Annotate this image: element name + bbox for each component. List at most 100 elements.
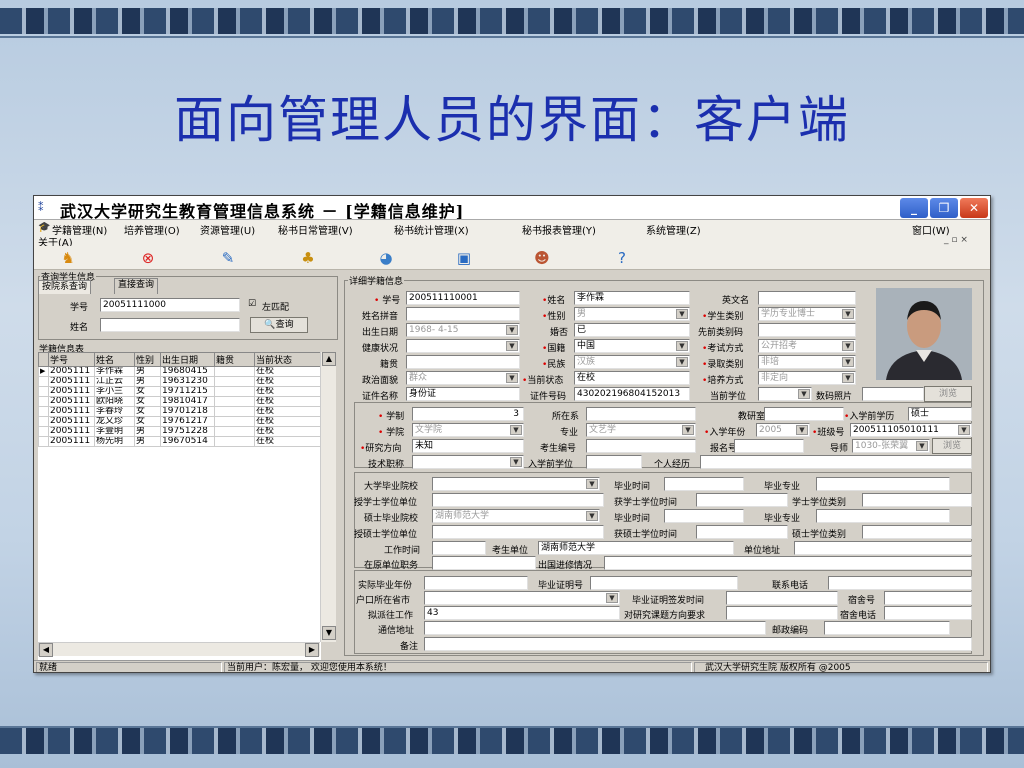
col-header[interactable]: 性别: [134, 352, 161, 367]
scroll-up-icon[interactable]: ▲: [322, 352, 336, 366]
phone-field[interactable]: [828, 576, 972, 590]
dorm-field[interactable]: [884, 591, 972, 605]
menu-item-ziyuan[interactable]: 资源管理(U): [200, 222, 255, 237]
ms-time-field[interactable]: [664, 509, 744, 523]
tutor-browse-button[interactable]: 浏览: [932, 438, 972, 454]
minimize-button[interactable]: _: [900, 198, 928, 218]
ba-time-field[interactable]: [696, 493, 788, 507]
ug-major-field[interactable]: [816, 477, 950, 491]
photo-path-field[interactable]: [862, 387, 924, 401]
table-row[interactable]: 2005111 李壹明男 19751228 在校: [38, 426, 321, 437]
table-row[interactable]: 2005111 龙又珍女 19761217 在校: [38, 416, 321, 427]
jys-field[interactable]: [764, 407, 844, 421]
birth-select[interactable]: 1968- 4-15 ▼: [406, 323, 520, 337]
marriage-field[interactable]: 已: [574, 323, 690, 337]
train-select[interactable]: 非定向 ▼: [758, 371, 856, 385]
dormphone-field[interactable]: [884, 606, 972, 620]
plan-field[interactable]: 43: [424, 606, 620, 620]
scroll-right-icon[interactable]: ▶: [305, 643, 319, 657]
maximize-button[interactable]: ❐: [930, 198, 958, 218]
req-field[interactable]: [726, 606, 838, 620]
cert-field[interactable]: [590, 576, 738, 590]
zip-field[interactable]: [824, 621, 950, 635]
table-row[interactable]: 2005111 李春玲女 19701218 在校: [38, 406, 321, 417]
scroll-left-icon[interactable]: ◀: [39, 643, 53, 657]
degree-select[interactable]: ▼: [758, 387, 812, 401]
title-select[interactable]: ▼: [412, 455, 524, 469]
ms-unit-field[interactable]: [432, 525, 604, 539]
ms-type-field[interactable]: [862, 525, 972, 539]
photo-browse-button[interactable]: 浏览: [924, 386, 972, 402]
worktime-field[interactable]: [432, 541, 486, 555]
english-field[interactable]: [758, 291, 856, 305]
search-button[interactable]: 🔍查询: [250, 317, 308, 333]
idname-field[interactable]: 身份证: [406, 387, 520, 401]
ms-school-select[interactable]: 湖南师范大学 ▼: [432, 509, 600, 523]
status-field[interactable]: 在校: [574, 371, 690, 385]
table-row[interactable]: 2005111 杨先明男 19670514 在校: [38, 436, 321, 447]
examunit-field[interactable]: 湖南师范大学: [538, 541, 734, 555]
regno-field[interactable]: [734, 439, 804, 453]
xuezhi-field[interactable]: 3: [412, 407, 524, 421]
table-hscroll[interactable]: ◀ ▶: [38, 642, 320, 657]
idnum-field[interactable]: 430202196804152013: [574, 387, 690, 401]
hukou-select[interactable]: ▼: [424, 591, 620, 605]
stutype-select[interactable]: 学历专业博士 ▼: [758, 307, 856, 321]
col-header[interactable]: 出生日期: [160, 352, 215, 367]
exam-select[interactable]: 公开招考 ▼: [758, 339, 856, 353]
delete-icon[interactable]: ⊗: [136, 248, 160, 268]
col-header[interactable]: 籍贯: [214, 352, 255, 367]
ba-unit-field[interactable]: [432, 493, 604, 507]
entrydegree-field[interactable]: [586, 455, 642, 469]
close-button[interactable]: ✕: [960, 198, 988, 218]
ug-school-select[interactable]: ▼: [432, 477, 600, 491]
class-select[interactable]: 200511105010111 ▼: [850, 423, 972, 437]
resume-field[interactable]: [700, 455, 972, 469]
name-detail-field[interactable]: 李作霖: [574, 291, 690, 305]
menu-item-mishu-stat[interactable]: 秘书统计管理(X): [394, 222, 469, 237]
tutor-select[interactable]: 1030-张荣翼 ▼: [852, 439, 930, 453]
gender-select[interactable]: 男 ▼: [574, 307, 690, 321]
pinyin-field[interactable]: [406, 307, 520, 321]
menu-item-mishu-report[interactable]: 秘书报表管理(Y): [522, 222, 596, 237]
name-input[interactable]: [100, 318, 240, 332]
menu-item-peiyang[interactable]: 培养管理(O): [124, 222, 180, 237]
tree-icon[interactable]: ♣: [296, 248, 320, 268]
ug-time-field[interactable]: [664, 477, 744, 491]
ba-type-field[interactable]: [862, 493, 972, 507]
ethnic-select[interactable]: 汉族 ▼: [574, 355, 690, 369]
col-header[interactable]: 姓名: [94, 352, 135, 367]
examno-field[interactable]: [586, 439, 696, 453]
tab-byfaculty[interactable]: 按院系查询: [38, 280, 92, 294]
col-header[interactable]: 学号: [48, 352, 95, 367]
entrydeg-field[interactable]: 硕士: [908, 407, 972, 421]
dept-field[interactable]: [586, 407, 696, 421]
mdi-controls[interactable]: _ ▫ ×: [944, 235, 968, 245]
window-titlebar[interactable]: ⁑ 武汉大学研究生教育管理信息系统 － [学籍信息维护] _ ❐ ✕: [34, 196, 990, 221]
nation-select[interactable]: 中国 ▼: [574, 339, 690, 353]
study-field[interactable]: [604, 556, 972, 570]
research-field[interactable]: 未知: [412, 439, 524, 453]
report-icon[interactable]: ▣: [452, 248, 476, 268]
enroll-select[interactable]: 非培 ▼: [758, 355, 856, 369]
orig-title-field[interactable]: [432, 556, 536, 570]
ms-major-field[interactable]: [816, 509, 950, 523]
scroll-down-icon[interactable]: ▼: [322, 626, 336, 640]
chart-icon[interactable]: ◕: [374, 248, 398, 268]
help-icon[interactable]: ?: [610, 248, 634, 268]
menu-item-system[interactable]: 系统管理(Z): [646, 222, 701, 237]
actual-grad-field[interactable]: [424, 576, 528, 590]
health-select[interactable]: ▼: [406, 339, 520, 353]
col-header[interactable]: 当前状态: [254, 352, 321, 367]
table-row[interactable]: ▶ 2005111 李作霖男 19680415 在校: [38, 366, 321, 377]
entryyear-select[interactable]: 2005 ▼: [756, 423, 810, 437]
prevnum-field[interactable]: [758, 323, 856, 337]
college-select[interactable]: 文学院 ▼: [412, 423, 524, 437]
unitaddr-field[interactable]: [794, 541, 972, 555]
tab-direct[interactable]: 直接查询: [114, 278, 159, 294]
politics-select[interactable]: 群众 ▼: [406, 371, 520, 385]
table-vscroll[interactable]: ▲ ▼: [320, 352, 336, 642]
edit-icon[interactable]: ✎: [216, 248, 240, 268]
xuehao-detail-field[interactable]: 200511110001: [406, 291, 520, 305]
menu-item-mishu-daily[interactable]: 秘书日常管理(V): [278, 222, 353, 237]
